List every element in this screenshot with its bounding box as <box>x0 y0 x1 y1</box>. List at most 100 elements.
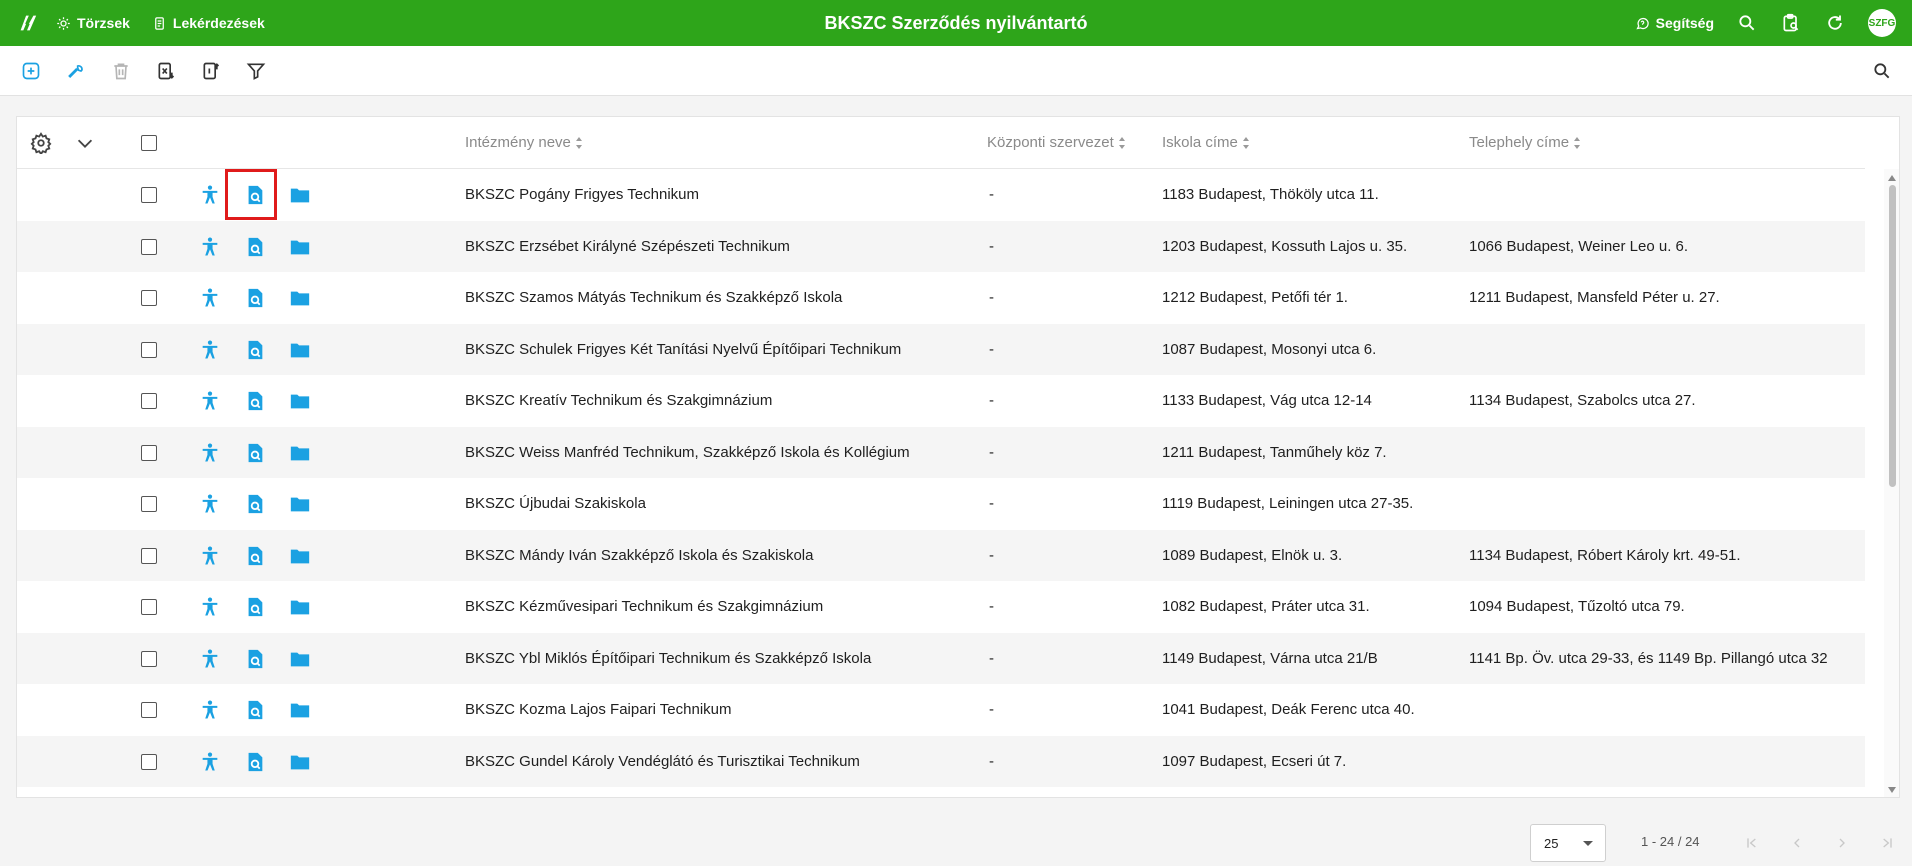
row-accessibility-button[interactable] <box>198 492 222 516</box>
row-view-document-button[interactable] <box>243 698 267 722</box>
last-page-button[interactable] <box>1877 833 1897 853</box>
row-folder-button[interactable] <box>288 595 312 619</box>
row-folder-button[interactable] <box>288 544 312 568</box>
row-accessibility-button[interactable] <box>198 698 222 722</box>
row-accessibility-button[interactable] <box>198 183 222 207</box>
row-checkbox[interactable] <box>141 238 157 255</box>
row-accessibility-button[interactable] <box>198 441 222 465</box>
cell-intezmeny: BKSZC Mándy Iván Szakképző Iskola és Sza… <box>465 546 814 564</box>
global-search-button[interactable] <box>1736 12 1758 34</box>
row-folder-button[interactable] <box>288 647 312 671</box>
row-view-document-button[interactable] <box>243 338 267 362</box>
table-row[interactable]: BKSZC Újbudai Szakiskola - 1119 Budapest, … <box>17 478 1865 530</box>
row-checkbox[interactable] <box>141 187 157 203</box>
expand-all-button[interactable] <box>73 131 97 155</box>
app-logo-icon[interactable] <box>16 12 38 34</box>
table-row[interactable]: BKSZC Kreatív Technikum és Szakgimnázium… <box>17 375 1865 427</box>
row-accessibility-button[interactable] <box>198 235 222 259</box>
delete-button[interactable] <box>109 59 133 83</box>
row-folder-button[interactable] <box>288 441 312 465</box>
row-checkbox[interactable] <box>141 496 157 512</box>
cell-kozponti: - <box>989 495 994 512</box>
row-checkbox[interactable] <box>141 341 157 358</box>
user-avatar[interactable]: SZFG <box>1868 9 1896 37</box>
prev-page-button[interactable] <box>1787 833 1807 853</box>
row-accessibility-button[interactable] <box>198 338 222 362</box>
table-row[interactable]: BKSZC Kézművesipari Technikum és Szakgim… <box>17 581 1865 633</box>
cell-iskola-cim: 1133 Budapest, Vág utca 12-14 <box>1162 392 1372 409</box>
column-header-kozponti[interactable]: Központi szervezet <box>987 117 1126 169</box>
row-view-document-button[interactable] <box>243 492 267 516</box>
row-accessibility-button[interactable] <box>198 595 222 619</box>
row-checkbox[interactable] <box>141 753 157 770</box>
table-row[interactable]: BKSZC Mándy Iván Szakképző Iskola és Sza… <box>17 529 1865 581</box>
column-header-telephely[interactable]: Telephely címe <box>1469 117 1581 169</box>
row-view-document-button[interactable] <box>243 286 267 310</box>
table-row[interactable]: BKSZC Weiss Manfréd Technikum, Szakképző… <box>17 426 1865 478</box>
row-view-document-button[interactable] <box>243 647 267 671</box>
row-folder-button[interactable] <box>288 235 312 259</box>
edit-button[interactable] <box>64 59 88 83</box>
table-row[interactable]: BKSZC Kozma Lajos Faipari Technikum - 1041… <box>17 684 1865 736</box>
nav-lekerdezesek[interactable]: Lekérdezések <box>152 15 265 31</box>
column-header-label: Telephely címe <box>1469 134 1570 151</box>
table-row[interactable]: BKSZC Schulek Frigyes Két Tanítási Nyelv… <box>17 323 1865 375</box>
export-excel-button[interactable] <box>154 59 178 83</box>
table-row[interactable]: BKSZC Szamos Mátyás Technikum és Szakkép… <box>17 272 1865 324</box>
row-view-document-button[interactable] <box>243 544 267 568</box>
row-checkbox[interactable] <box>141 290 157 306</box>
row-checkbox[interactable] <box>141 599 157 615</box>
cell-kozponti: - <box>989 443 994 461</box>
clipboard-search-button[interactable] <box>1780 12 1802 34</box>
first-page-button[interactable] <box>1742 833 1762 853</box>
row-checkbox[interactable] <box>141 444 157 461</box>
scroll-thumb[interactable] <box>1889 185 1896 487</box>
row-checkbox[interactable] <box>141 650 157 667</box>
row-view-document-button[interactable] <box>243 441 267 465</box>
filter-button[interactable] <box>244 59 268 83</box>
row-folder-button[interactable] <box>288 183 312 207</box>
help-button[interactable]: Segítség <box>1635 15 1714 31</box>
row-checkbox[interactable] <box>141 393 157 409</box>
page-size-select[interactable]: 25 <box>1530 824 1606 862</box>
row-accessibility-button[interactable] <box>198 750 222 774</box>
table-row[interactable]: BKSZC Ybl Miklós Építőipari Technikum és… <box>17 632 1865 684</box>
column-header-iskola-cim[interactable]: Iskola címe <box>1162 117 1250 169</box>
next-page-button[interactable] <box>1832 833 1852 853</box>
refresh-button[interactable] <box>1824 12 1846 34</box>
row-folder-button[interactable] <box>288 492 312 516</box>
document-search-icon <box>248 649 263 668</box>
import-button[interactable] <box>199 59 223 83</box>
table-row[interactable]: BKSZC Gundel Károly Vendéglátó és Turisz… <box>17 735 1865 787</box>
row-folder-button[interactable] <box>288 286 312 310</box>
accessibility-icon <box>202 185 218 204</box>
cell-kozponti: - <box>989 649 994 667</box>
scroll-down-icon[interactable] <box>1888 787 1896 793</box>
settings-sun-icon <box>57 16 70 30</box>
table-row[interactable]: BKSZC Erzsébet Királyné Szépészeti Techn… <box>17 220 1865 272</box>
row-folder-button[interactable] <box>288 698 312 722</box>
table-search-button[interactable] <box>1870 59 1894 83</box>
row-view-document-button[interactable] <box>243 595 267 619</box>
row-view-document-button[interactable] <box>243 183 267 207</box>
row-folder-button[interactable] <box>288 750 312 774</box>
row-checkbox[interactable] <box>141 547 157 564</box>
row-view-document-button[interactable] <box>243 750 267 774</box>
row-view-document-button[interactable] <box>243 389 267 413</box>
select-all-checkbox[interactable] <box>141 135 157 151</box>
row-accessibility-button[interactable] <box>198 544 222 568</box>
row-accessibility-button[interactable] <box>198 647 222 671</box>
row-checkbox[interactable] <box>141 702 157 718</box>
nav-torzsek[interactable]: Törzsek <box>56 15 130 31</box>
row-view-document-button[interactable] <box>243 235 267 259</box>
row-folder-button[interactable] <box>288 338 312 362</box>
column-header-intezmeny[interactable]: Intézmény neve <box>465 117 583 169</box>
row-folder-button[interactable] <box>288 389 312 413</box>
vertical-scrollbar[interactable] <box>1884 169 1899 797</box>
add-button[interactable] <box>19 59 43 83</box>
table-row[interactable]: BKSZC Pogány Frigyes Technikum - 1183 Buda… <box>17 169 1865 221</box>
row-accessibility-button[interactable] <box>198 389 222 413</box>
scroll-up-icon[interactable] <box>1888 175 1896 181</box>
row-accessibility-button[interactable] <box>198 286 222 310</box>
column-settings-button[interactable] <box>29 131 53 155</box>
